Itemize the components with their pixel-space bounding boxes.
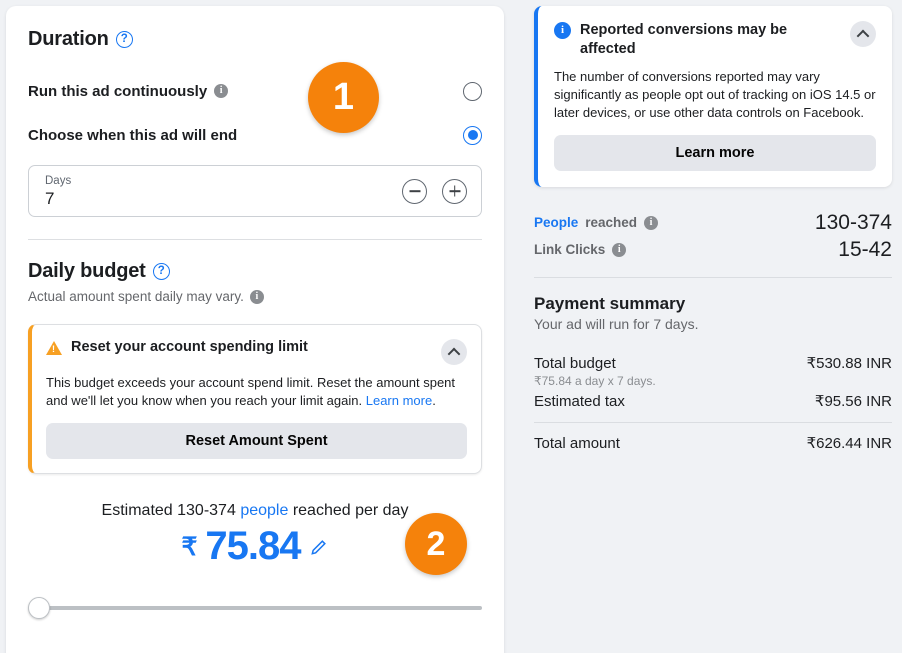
ad-budget-screen: Duration ? Run this ad continuously i Ch… (0, 0, 902, 653)
payment-summary-title: Payment summary (534, 294, 892, 314)
days-steppers (402, 179, 467, 204)
days-input-group[interactable]: Days 7 (45, 174, 71, 209)
budget-heading: Daily budget ? (28, 260, 482, 283)
learn-more-button[interactable]: Learn more (554, 135, 876, 171)
daily-budget-section: Daily budget ? Actual amount spent daily… (6, 260, 504, 304)
info-icon[interactable]: i (644, 216, 658, 230)
reset-amount-spent-button[interactable]: Reset Amount Spent (46, 423, 467, 459)
radio-run-continuously[interactable] (463, 82, 482, 101)
annotation-badge-1: 1 (308, 62, 379, 133)
info-circle-icon: i (554, 22, 571, 39)
option-end-label: Choose when this ad will end (28, 127, 237, 144)
payment-row-total-amount: Total amount ₹626.44 INR (534, 434, 892, 452)
warning-triangle-icon (46, 341, 62, 355)
metric-value: 15-42 (838, 238, 892, 262)
warning-title: Reset your account spending limit (71, 339, 432, 355)
option-choose-end[interactable]: Choose when this ad will end (28, 113, 482, 157)
days-value[interactable]: 7 (45, 189, 71, 209)
metrics-divider (534, 277, 892, 278)
warning-header: Reset your account spending limit (46, 339, 467, 365)
payment-row-total-budget: Total budget ₹530.88 INR (534, 354, 892, 372)
payment-total-divider (534, 422, 892, 423)
days-label: Days (45, 174, 71, 188)
reported-conversions-card: i Reported conversions may be affected T… (534, 6, 892, 187)
duration-title: Duration (28, 28, 109, 51)
metrics-list: People reached i 130-374 Link Clicks i 1… (534, 209, 892, 263)
people-link[interactable]: People (534, 215, 578, 230)
question-circle-icon[interactable]: ? (116, 31, 133, 48)
payment-rows: Total budget ₹530.88 INR ₹75.84 a day x … (534, 354, 892, 452)
payment-summary-section: Payment summary Your ad will run for 7 d… (534, 294, 892, 452)
right-column: i Reported conversions may be affected T… (510, 0, 902, 653)
slider-thumb[interactable] (28, 597, 50, 619)
info-icon[interactable]: i (612, 243, 626, 257)
warning-learn-more-link[interactable]: Learn more (366, 393, 432, 408)
metric-label: People reached i (534, 215, 658, 230)
annotation-badge-2: 2 (405, 513, 467, 575)
pencil-icon[interactable] (309, 537, 329, 557)
info-icon[interactable]: i (214, 84, 228, 98)
budget-slider[interactable] (28, 597, 482, 619)
chevron-up-icon[interactable] (850, 21, 876, 47)
question-circle-icon[interactable]: ? (153, 263, 170, 280)
payment-row-estimated-tax: Estimated tax ₹95.56 INR (534, 392, 892, 410)
people-link[interactable]: people (240, 502, 288, 519)
info-card-body: The number of conversions reported may v… (554, 68, 876, 122)
metric-link-clicks: Link Clicks i 15-42 (534, 236, 892, 263)
duration-section: Duration ? Run this ad continuously i Ch… (6, 28, 504, 217)
duration-heading: Duration ? (28, 28, 482, 51)
daily-amount-value[interactable]: 75.84 (205, 524, 300, 569)
payment-summary-subtitle: Your ad will run for 7 days. (534, 316, 892, 332)
payment-row-note: ₹75.84 a day x 7 days. (534, 374, 892, 388)
info-card-title: Reported conversions may be affected (580, 21, 841, 59)
metric-people-reached: People reached i 130-374 (534, 209, 892, 236)
currency-symbol: ₹ (181, 532, 197, 562)
minus-circle-icon[interactable] (402, 179, 427, 204)
slider-track[interactable] (36, 606, 482, 610)
metric-label: Link Clicks i (534, 242, 626, 257)
days-field[interactable]: Days 7 (28, 165, 482, 217)
metric-value: 130-374 (815, 211, 892, 235)
plus-circle-icon[interactable] (442, 179, 467, 204)
option-continuous-label: Run this ad continuously i (28, 83, 228, 100)
option-run-continuously[interactable]: Run this ad continuously i (28, 69, 482, 113)
spending-limit-warning-card: Reset your account spending limit This b… (28, 324, 482, 474)
budget-title: Daily budget (28, 260, 146, 283)
chevron-up-icon[interactable] (441, 339, 467, 365)
section-divider (28, 239, 482, 240)
budget-note: Actual amount spent daily may vary. i (28, 289, 482, 304)
info-card-header: i Reported conversions may be affected (554, 21, 876, 59)
warning-body: This budget exceeds your account spend l… (46, 374, 467, 410)
radio-choose-end[interactable] (463, 126, 482, 145)
info-icon[interactable]: i (250, 290, 264, 304)
